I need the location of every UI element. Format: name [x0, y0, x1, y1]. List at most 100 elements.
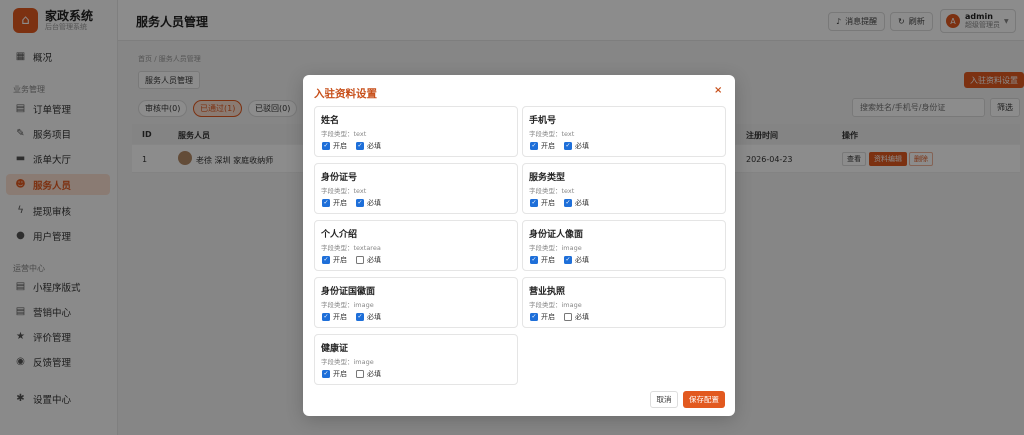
required-checkbox[interactable]: ✓ 必填: [356, 312, 381, 322]
field-type-prefix: 字段类型：: [529, 187, 562, 195]
checkbox-checked-icon[interactable]: ✓: [356, 199, 364, 207]
field-type-value: text: [561, 187, 575, 195]
field-name: 营业执照: [529, 287, 566, 297]
field-type-value: text: [353, 187, 367, 195]
field-type: 字段类型：image: [321, 356, 374, 366]
close-icon[interactable]: ×: [714, 85, 722, 96]
checkbox-checked-icon[interactable]: ✓: [356, 142, 364, 150]
checkbox-checked-icon[interactable]: ✓: [564, 256, 572, 264]
required-checkbox-label: 必填: [367, 199, 381, 207]
required-checkbox-label: 必填: [575, 199, 589, 207]
enable-checkbox-label: 开启: [333, 199, 347, 207]
required-checkbox-label: 必填: [575, 313, 589, 321]
checkbox-unchecked-icon[interactable]: [356, 256, 364, 264]
enable-checkbox-label: 开启: [333, 370, 347, 378]
enable-checkbox-label: 开启: [333, 313, 347, 321]
field-name: 手机号: [529, 116, 557, 126]
field-type: 字段类型：text: [529, 185, 574, 195]
checkbox-checked-icon[interactable]: ✓: [322, 370, 330, 378]
required-checkbox-label: 必填: [367, 313, 381, 321]
field-type-prefix: 字段类型：: [321, 358, 354, 366]
field-card: 营业执照字段类型：image ✓ 开启 必填: [522, 277, 726, 328]
field-type: 字段类型：image: [321, 299, 374, 309]
enable-checkbox-label: 开启: [333, 142, 347, 150]
enable-checkbox-label: 开启: [333, 256, 347, 264]
enable-checkbox-label: 开启: [541, 199, 555, 207]
field-type-value: image: [561, 244, 582, 252]
onboarding-config-modal: 入驻资料设置 × 姓名 字段类型：text ✓ 开启 ✓ 必填 手机号 字段类型：text ✓ 开…: [303, 75, 735, 416]
checkbox-checked-icon[interactable]: ✓: [530, 256, 538, 264]
field-type-prefix: 字段类型：: [321, 244, 354, 252]
field-name: 服务类型: [529, 173, 566, 183]
field-type-value: text: [561, 130, 575, 138]
field-type-prefix: 字段类型：: [321, 130, 354, 138]
field-type: 字段类型：textarea: [321, 242, 381, 252]
field-type-value: textarea: [353, 244, 381, 252]
modal-title: 入驻资料设置: [314, 88, 377, 100]
checkbox-checked-icon[interactable]: ✓: [322, 313, 330, 321]
field-card: 健康证字段类型：image ✓ 开启 必填: [314, 334, 518, 385]
enable-checkbox[interactable]: ✓ 开启: [322, 312, 347, 322]
field-type-prefix: 字段类型：: [529, 130, 562, 138]
cancel-button[interactable]: 取消: [650, 391, 678, 408]
field-type-prefix: 字段类型：: [529, 301, 562, 309]
enable-checkbox-label: 开启: [541, 256, 555, 264]
required-checkbox-label: 必填: [367, 142, 381, 150]
enable-checkbox[interactable]: ✓ 开启: [322, 141, 347, 151]
checkbox-checked-icon[interactable]: ✓: [564, 142, 572, 150]
required-checkbox[interactable]: 必填: [356, 369, 381, 379]
field-type-prefix: 字段类型：: [321, 187, 354, 195]
field-name: 身份证号: [321, 173, 358, 183]
checkbox-checked-icon[interactable]: ✓: [322, 199, 330, 207]
checkbox-unchecked-icon[interactable]: [564, 313, 572, 321]
required-checkbox[interactable]: ✓ 必填: [356, 141, 381, 151]
enable-checkbox[interactable]: ✓ 开启: [530, 312, 555, 322]
field-card: 服务类型 字段类型：text ✓ 开启 ✓ 必填: [522, 163, 726, 214]
field-name: 个人介绍: [321, 230, 358, 240]
checkbox-checked-icon[interactable]: ✓: [530, 142, 538, 150]
enable-checkbox[interactable]: ✓ 开启: [530, 255, 555, 265]
field-card: 个人介绍字段类型：textarea ✓ 开启 必填: [314, 220, 518, 271]
field-type-value: image: [353, 301, 374, 309]
enable-checkbox[interactable]: ✓ 开启: [530, 198, 555, 208]
field-name: 健康证: [321, 344, 349, 354]
required-checkbox-label: 必填: [367, 370, 381, 378]
checkbox-checked-icon[interactable]: ✓: [530, 313, 538, 321]
save-config-button[interactable]: 保存配置: [683, 391, 725, 408]
field-name: 姓名: [321, 116, 340, 126]
enable-checkbox[interactable]: ✓ 开启: [530, 141, 555, 151]
required-checkbox-label: 必填: [367, 256, 381, 264]
required-checkbox[interactable]: ✓ 必填: [564, 255, 589, 265]
required-checkbox[interactable]: ✓ 必填: [564, 198, 589, 208]
field-type: 字段类型：image: [529, 242, 582, 252]
checkbox-checked-icon[interactable]: ✓: [356, 313, 364, 321]
field-type-value: image: [353, 358, 374, 366]
field-type: 字段类型：text: [321, 185, 366, 195]
required-checkbox[interactable]: 必填: [564, 312, 589, 322]
field-card: 姓名 字段类型：text ✓ 开启 ✓ 必填: [314, 106, 518, 157]
field-type-prefix: 字段类型：: [321, 301, 354, 309]
field-type-value: text: [353, 130, 367, 138]
required-checkbox[interactable]: ✓ 必填: [356, 198, 381, 208]
checkbox-unchecked-icon[interactable]: [356, 370, 364, 378]
enable-checkbox[interactable]: ✓ 开启: [322, 198, 347, 208]
field-card: 身份证人像面 字段类型：image ✓ 开启 ✓ 必填: [522, 220, 726, 271]
field-card: 身份证国徽面 字段类型：image ✓ 开启 ✓ 必填: [314, 277, 518, 328]
field-type-prefix: 字段类型：: [529, 244, 562, 252]
field-card: 身份证号 字段类型：text ✓ 开启 ✓ 必填: [314, 163, 518, 214]
checkbox-checked-icon[interactable]: ✓: [322, 142, 330, 150]
enable-checkbox[interactable]: ✓ 开启: [322, 255, 347, 265]
checkbox-checked-icon[interactable]: ✓: [322, 256, 330, 264]
field-type-value: image: [561, 301, 582, 309]
required-checkbox-label: 必填: [575, 142, 589, 150]
field-type: 字段类型：text: [529, 128, 574, 138]
checkbox-checked-icon[interactable]: ✓: [530, 199, 538, 207]
enable-checkbox-label: 开启: [541, 313, 555, 321]
required-checkbox[interactable]: ✓ 必填: [564, 141, 589, 151]
field-name: 身份证人像面: [529, 230, 584, 240]
checkbox-checked-icon[interactable]: ✓: [564, 199, 572, 207]
field-type: 字段类型：text: [321, 128, 366, 138]
enable-checkbox-label: 开启: [541, 142, 555, 150]
enable-checkbox[interactable]: ✓ 开启: [322, 369, 347, 379]
required-checkbox[interactable]: 必填: [356, 255, 381, 265]
